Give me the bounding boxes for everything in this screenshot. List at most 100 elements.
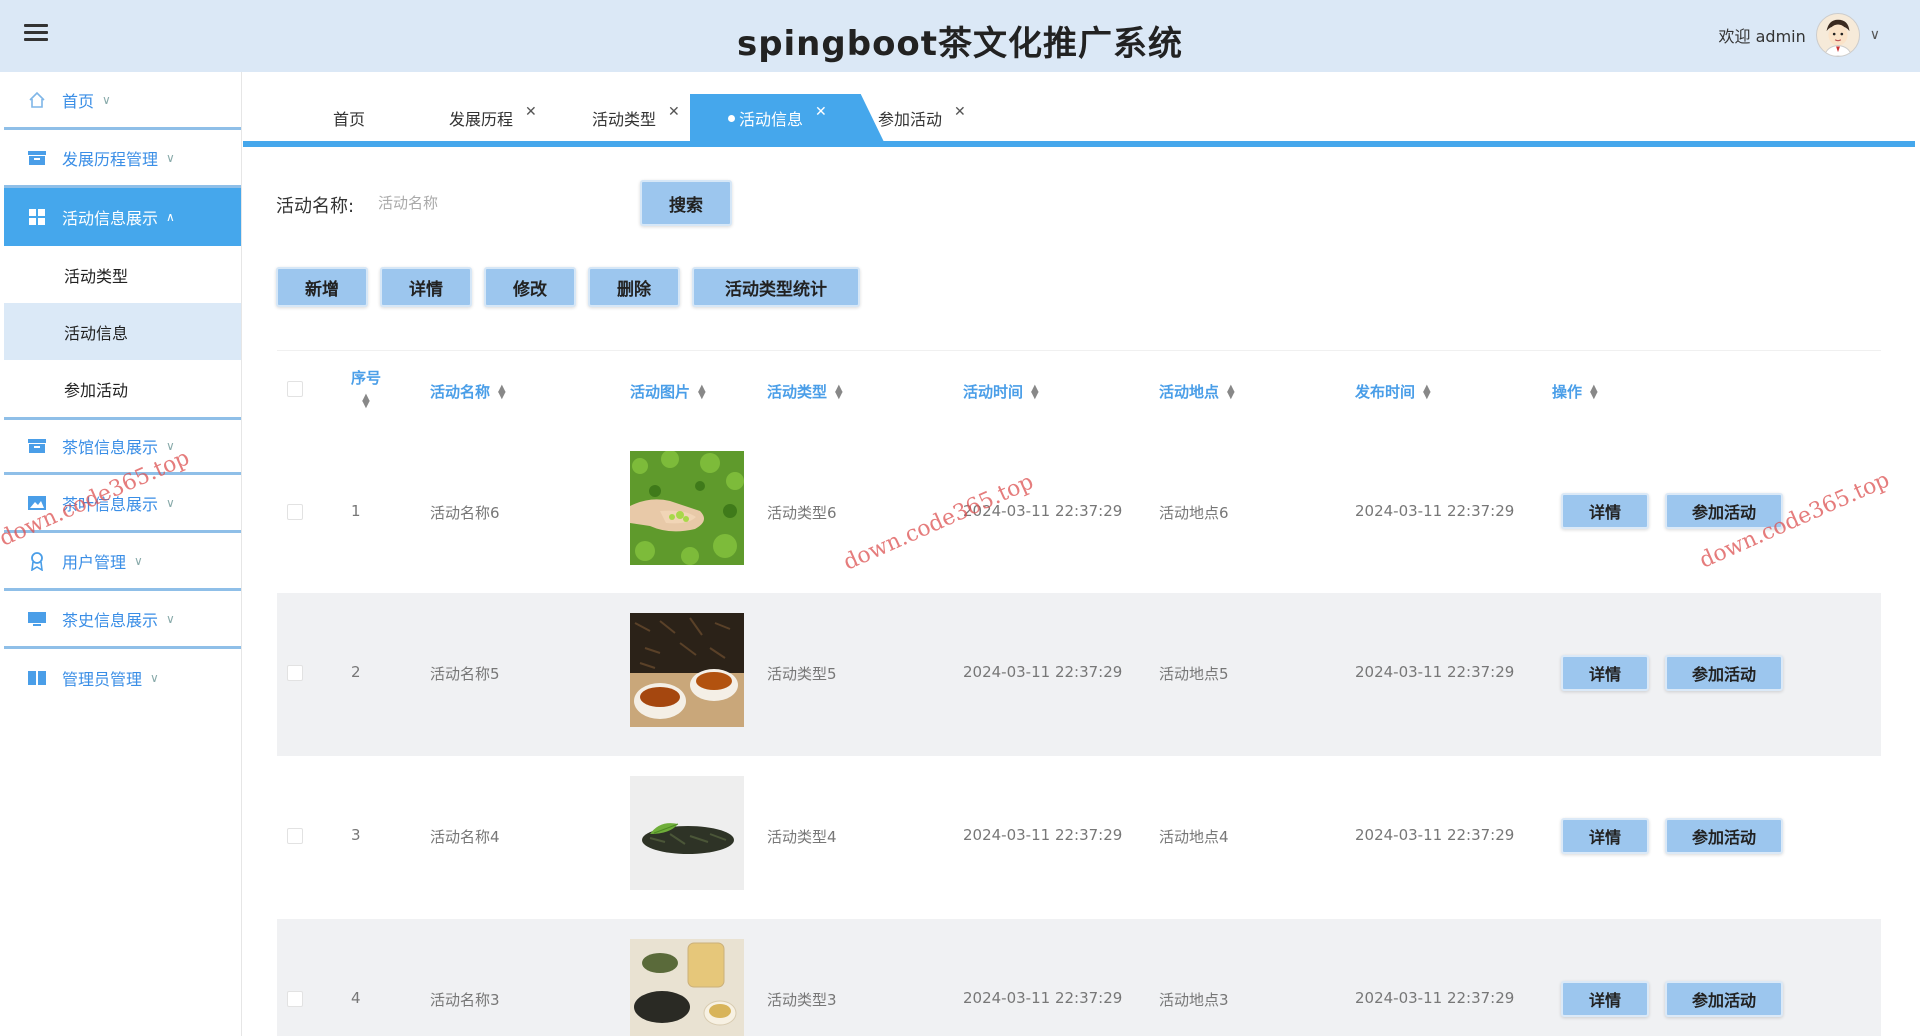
grid-icon — [26, 208, 48, 226]
row-detail-button[interactable]: 详情 — [1561, 655, 1649, 691]
join-activity-button[interactable]: 参加活动 — [1665, 493, 1783, 529]
sidebar-subitem-activity-type[interactable]: 活动类型 — [4, 246, 241, 303]
sort-icon[interactable]: ▲ ▼ — [1423, 383, 1431, 400]
app-title: spingboot茶文化推广系统 — [736, 24, 1184, 64]
publish-time: 2024-03-11 22:37:29 — [1355, 826, 1515, 844]
chevron-down-icon: ∨ — [102, 92, 111, 107]
sidebar-item-teahouse[interactable]: 茶馆信息展示 ∨ — [4, 417, 241, 475]
row-checkbox[interactable] — [287, 991, 303, 1007]
sort-icon[interactable]: ▲ ▼ — [1031, 383, 1039, 400]
delete-button[interactable]: 删除 — [588, 267, 680, 307]
search-button[interactable]: 搜索 — [640, 180, 732, 226]
row-checkbox[interactable] — [287, 828, 303, 844]
home-icon — [26, 91, 48, 109]
sort-icon[interactable]: ▲ ▼ — [1227, 383, 1235, 400]
row-index: 3 — [351, 826, 361, 844]
avatar[interactable] — [1815, 13, 1860, 57]
sidebar-item-admins[interactable]: 管理员管理 ∨ — [4, 649, 241, 707]
detail-button[interactable]: 详情 — [380, 267, 472, 307]
chevron-down-icon: ∨ — [134, 553, 143, 568]
activity-image[interactable] — [630, 613, 744, 727]
sidebar-item-tea-leaf[interactable]: 茶叶信息展示 ∨ — [4, 475, 241, 533]
top-header: spingboot茶文化推广系统 欢迎 admin ∨ — [0, 0, 1920, 72]
tab-bar: 首页 发展历程 ✕ 活动类型 ✕ 活动信息 ✕ 参加活动 ✕ — [243, 94, 1915, 144]
user-menu[interactable]: 欢迎 admin ∨ — [1719, 10, 1880, 60]
sidebar-item-users[interactable]: 用户管理 ∨ — [4, 533, 241, 591]
activity-time: 2024-03-11 22:37:29 — [963, 826, 1123, 844]
column-header-time[interactable]: 活动时间 ▲ ▼ — [963, 381, 1039, 402]
chevron-down-icon: ∨ — [150, 671, 159, 685]
activity-place: 活动地点4 — [1159, 828, 1229, 846]
column-header-published[interactable]: 发布时间 ▲ ▼ — [1355, 381, 1431, 402]
activity-name: 活动名称6 — [430, 504, 500, 522]
sidebar-item-history[interactable]: 发展历程管理 ∨ — [4, 130, 241, 188]
table-row[interactable]: 4 活动名称3 活动类型3 2024-03-11 22:37:29 活动地点3 … — [277, 919, 1881, 1036]
sidebar-item-tea-history[interactable]: 茶史信息展示 ∨ — [4, 591, 241, 649]
tab-home[interactable]: 首页 — [333, 94, 365, 142]
activity-image[interactable] — [630, 939, 744, 1036]
close-icon[interactable]: ✕ — [668, 104, 680, 120]
tab-join-activity[interactable]: 参加活动 ✕ — [878, 94, 966, 142]
tab-label: 发展历程 — [449, 110, 514, 129]
sort-icon[interactable]: ▲ ▼ — [1590, 383, 1598, 400]
badge-icon — [26, 551, 48, 571]
row-index: 4 — [351, 989, 361, 1007]
table-row[interactable]: 1 活动名称6 活动类型6 2024-03-11 22:37:29 活动地点6 … — [277, 430, 1881, 593]
sidebar-item-activity-display[interactable]: 活动信息展示 ∧ — [4, 188, 241, 246]
column-header-label: 活动时间 — [963, 383, 1024, 401]
column-header-actions[interactable]: 操作 ▲ ▼ — [1552, 381, 1598, 402]
column-header-name[interactable]: 活动名称 ▲ ▼ — [430, 381, 506, 402]
tab-label: 首页 — [333, 110, 366, 129]
tab-history[interactable]: 发展历程 ✕ — [449, 94, 537, 142]
row-detail-button[interactable]: 详情 — [1561, 818, 1649, 854]
close-icon[interactable]: ✕ — [815, 104, 827, 120]
row-checkbox[interactable] — [287, 665, 303, 681]
sidebar-item-label: 茶馆信息展示 — [62, 438, 159, 457]
close-icon[interactable]: ✕ — [525, 104, 537, 120]
row-detail-button[interactable]: 详情 — [1561, 981, 1649, 1017]
sort-icon[interactable]: ▲ ▼ — [835, 383, 843, 400]
column-header-label: 活动地点 — [1159, 383, 1220, 401]
box-icon — [26, 149, 48, 167]
tab-activity-type[interactable]: 活动类型 ✕ — [592, 94, 680, 142]
add-button[interactable]: 新增 — [276, 267, 368, 307]
column-header-image[interactable]: 活动图片 ▲ ▼ — [630, 381, 706, 402]
activity-type: 活动类型4 — [767, 828, 837, 846]
activity-type-stats-button[interactable]: 活动类型统计 — [692, 267, 860, 307]
row-detail-button[interactable]: 详情 — [1561, 493, 1649, 529]
column-header-label: 操作 — [1552, 383, 1583, 401]
table-row[interactable]: 2 活动名称5 活动类型5 2024-03-11 22:37:29 活动地点5 … — [277, 593, 1881, 756]
table-row[interactable]: 3 活动名称4 活动类型4 2024-03-11 22:37:29 活动地点4 … — [277, 756, 1881, 919]
column-header-index[interactable]: 序号 ▲ ▼ — [351, 367, 382, 410]
column-header-label: 序号 — [351, 369, 382, 387]
column-header-type[interactable]: 活动类型 ▲ ▼ — [767, 381, 843, 402]
tab-label: 参加活动 — [878, 110, 943, 129]
column-header-place[interactable]: 活动地点 ▲ ▼ — [1159, 381, 1235, 402]
edit-button[interactable]: 修改 — [484, 267, 576, 307]
sort-icon[interactable]: ▲ ▼ — [362, 393, 370, 410]
close-icon[interactable]: ✕ — [954, 104, 966, 120]
activity-place: 活动地点3 — [1159, 991, 1229, 1009]
sort-icon[interactable]: ▲ ▼ — [498, 383, 506, 400]
row-index: 1 — [351, 502, 361, 520]
sidebar-item-label: 首页 — [62, 91, 95, 111]
activity-name: 活动名称3 — [430, 991, 500, 1009]
sort-icon[interactable]: ▲ ▼ — [698, 383, 706, 400]
activity-image[interactable] — [630, 776, 744, 890]
row-checkbox[interactable] — [287, 504, 303, 520]
sidebar-item-home[interactable]: 首页 ∨ — [4, 72, 241, 130]
sidebar-subitem-join-activity[interactable]: 参加活动 — [4, 360, 241, 417]
sidebar-item-label: 发展历程管理 — [62, 149, 159, 169]
join-activity-button[interactable]: 参加活动 — [1665, 655, 1783, 691]
join-activity-button[interactable]: 参加活动 — [1665, 818, 1783, 854]
activity-image[interactable] — [630, 451, 744, 565]
sidebar-subitem-activity-info[interactable]: 活动信息 — [4, 303, 241, 360]
chevron-down-icon[interactable]: ∨ — [1870, 27, 1880, 43]
tab-activity-info[interactable]: 活动信息 ✕ — [690, 94, 884, 142]
tab-label: 活动类型 — [592, 110, 657, 129]
search-input[interactable] — [378, 185, 618, 221]
join-activity-button[interactable]: 参加活动 — [1665, 981, 1783, 1017]
activity-table: 序号 ▲ ▼ 活动名称 ▲ ▼ 活动图片 ▲ ▼ 活动类型 ▲ ▼ 活动时间 ▲ ▼ 活动… — [277, 350, 1881, 1036]
activity-type: 活动类型3 — [767, 991, 837, 1009]
select-all-checkbox[interactable] — [287, 381, 303, 397]
